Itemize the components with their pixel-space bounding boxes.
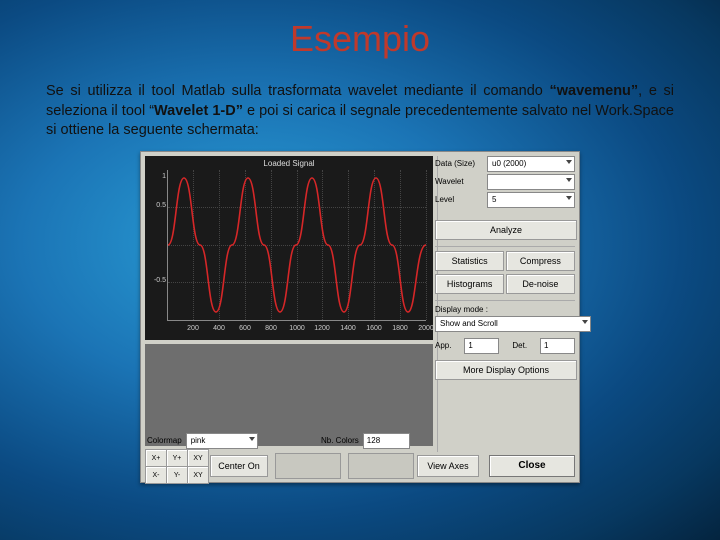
view-axes-button[interactable]: View Axes: [417, 455, 479, 477]
data-size-combo[interactable]: u0 (2000): [487, 156, 575, 172]
xtick: 200: [187, 325, 199, 332]
nb-colors-row: Nb. Colors 128: [321, 432, 431, 450]
slide: Esempio Se si utilizza il tool Matlab su…: [0, 0, 720, 540]
plot-axes: 0.5 1 -0.5 200 400 600 800 1000 1200: [167, 170, 426, 321]
display-mode-label: Display mode :: [435, 305, 575, 314]
slide-paragraph: Se si utilizza il tool Matlab sulla tras…: [46, 82, 674, 141]
display-mode-value: Show and Scroll: [440, 319, 498, 328]
statistics-button[interactable]: Statistics: [435, 251, 504, 271]
nb-colors-spinner[interactable]: 128: [363, 433, 410, 449]
plot-title: Loaded Signal: [145, 159, 433, 168]
level-label: Level: [435, 195, 483, 204]
xtick: 1200: [314, 325, 330, 332]
xtick: 1000: [289, 325, 305, 332]
det-label: Det.: [512, 341, 527, 350]
level-value: 5: [492, 195, 496, 204]
xtick: 1400: [340, 325, 356, 332]
data-size-label: Data (Size): [435, 159, 483, 168]
separator: [435, 300, 575, 301]
plot-panel: Loaded Signal 0.5 1 -0.5 2: [145, 156, 433, 340]
matlab-window: Loaded Signal 0.5 1 -0.5 2: [140, 151, 580, 483]
wavelet-combo[interactable]: [487, 174, 575, 190]
zoom-y-minus-button[interactable]: Y-: [166, 466, 188, 484]
coord-panel: [275, 453, 341, 479]
histograms-button[interactable]: Histograms: [435, 274, 504, 294]
zoom-x-minus-button[interactable]: X-: [145, 466, 167, 484]
xtick: 400: [213, 325, 225, 332]
xtick: 800: [265, 325, 277, 332]
colormap-combo[interactable]: pink: [186, 433, 258, 449]
center-on-button[interactable]: Center On: [210, 455, 268, 477]
control-panel: Data (Size) u0 (2000) Wavelet Level 5 An…: [435, 156, 575, 380]
xtick: 1600: [366, 325, 382, 332]
app-label: App.: [435, 341, 451, 350]
close-button[interactable]: Close: [489, 455, 575, 477]
colormap-value: pink: [191, 436, 206, 445]
para-text-1: Se si utilizza il tool Matlab sulla tras…: [46, 83, 550, 99]
colormap-label: Colormap: [147, 436, 182, 445]
more-display-options-button[interactable]: More Display Options: [435, 360, 577, 380]
ytick: 1: [148, 173, 166, 180]
nb-colors-label: Nb. Colors: [321, 436, 359, 445]
ytick: -0.5: [148, 277, 166, 284]
ytick: 0.5: [148, 202, 166, 209]
zoom-y-plus-button[interactable]: Y+: [166, 449, 188, 467]
display-mode-combo[interactable]: Show and Scroll: [435, 316, 591, 332]
level-combo[interactable]: 5: [487, 192, 575, 208]
data-size-value: u0 (2000): [492, 159, 526, 168]
detail-panel-empty: [145, 344, 433, 446]
bottom-toolbar: X+ Y+ XY X- Y- XY Center On View Axes Cl…: [145, 454, 575, 478]
det-spinner[interactable]: 1: [540, 338, 575, 354]
xtick: 1800: [392, 325, 408, 332]
slide-title: Esempio: [40, 18, 680, 60]
analyze-button[interactable]: Analyze: [435, 220, 577, 240]
coord-panel-2: [348, 453, 414, 479]
zoom-x-plus-button[interactable]: X+: [145, 449, 167, 467]
xtick: 600: [239, 325, 251, 332]
xtick: 2000: [418, 325, 434, 332]
gridline-v: [426, 170, 427, 320]
para-bold-2: Wavelet 1-D”: [154, 103, 243, 119]
separator: [435, 246, 575, 247]
denoise-button[interactable]: De-noise: [506, 274, 575, 294]
app-spinner[interactable]: 1: [464, 338, 499, 354]
wavelet-label: Wavelet: [435, 177, 483, 186]
para-bold-1: “wavemenu”: [550, 83, 639, 99]
zoom-xy-plus-button[interactable]: XY: [187, 449, 209, 467]
compress-button[interactable]: Compress: [506, 251, 575, 271]
zoom-xy-minus-button[interactable]: XY: [187, 466, 209, 484]
